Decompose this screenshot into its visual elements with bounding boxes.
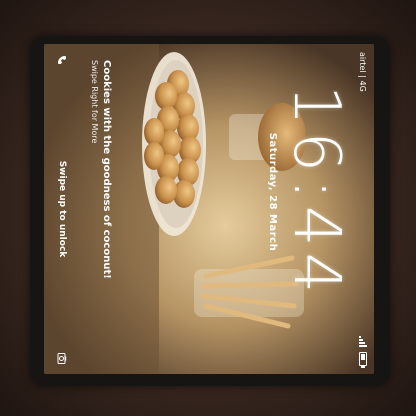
lock-clock: 16:44 (279, 84, 353, 300)
status-icons (359, 336, 367, 366)
phone-icon[interactable] (57, 54, 68, 65)
lock-screen-content: airtel | 4G 16:44 Saturday, 28 March Coo… (44, 44, 374, 374)
caption-title: Cookies with the goodness of coconut! (101, 60, 112, 279)
battery-level (361, 354, 365, 360)
signal-icon (359, 336, 367, 347)
battery-icon (359, 352, 367, 366)
carrier-label: airtel | 4G (358, 52, 368, 92)
lock-bottom-row: Swipe up to unlock (50, 44, 74, 374)
lock-date: Saturday, 28 March (267, 132, 278, 252)
caption-subtitle: Swipe Right for More (90, 60, 99, 144)
status-bar: airtel | 4G (352, 44, 374, 374)
unlock-hint[interactable]: Swipe up to unlock (57, 161, 67, 258)
lock-screen[interactable]: airtel | 4G 16:44 Saturday, 28 March Coo… (44, 44, 374, 374)
wallpaper-caption[interactable]: Cookies with the goodness of coconut! Sw… (89, 60, 112, 360)
camera-icon[interactable] (57, 352, 68, 364)
